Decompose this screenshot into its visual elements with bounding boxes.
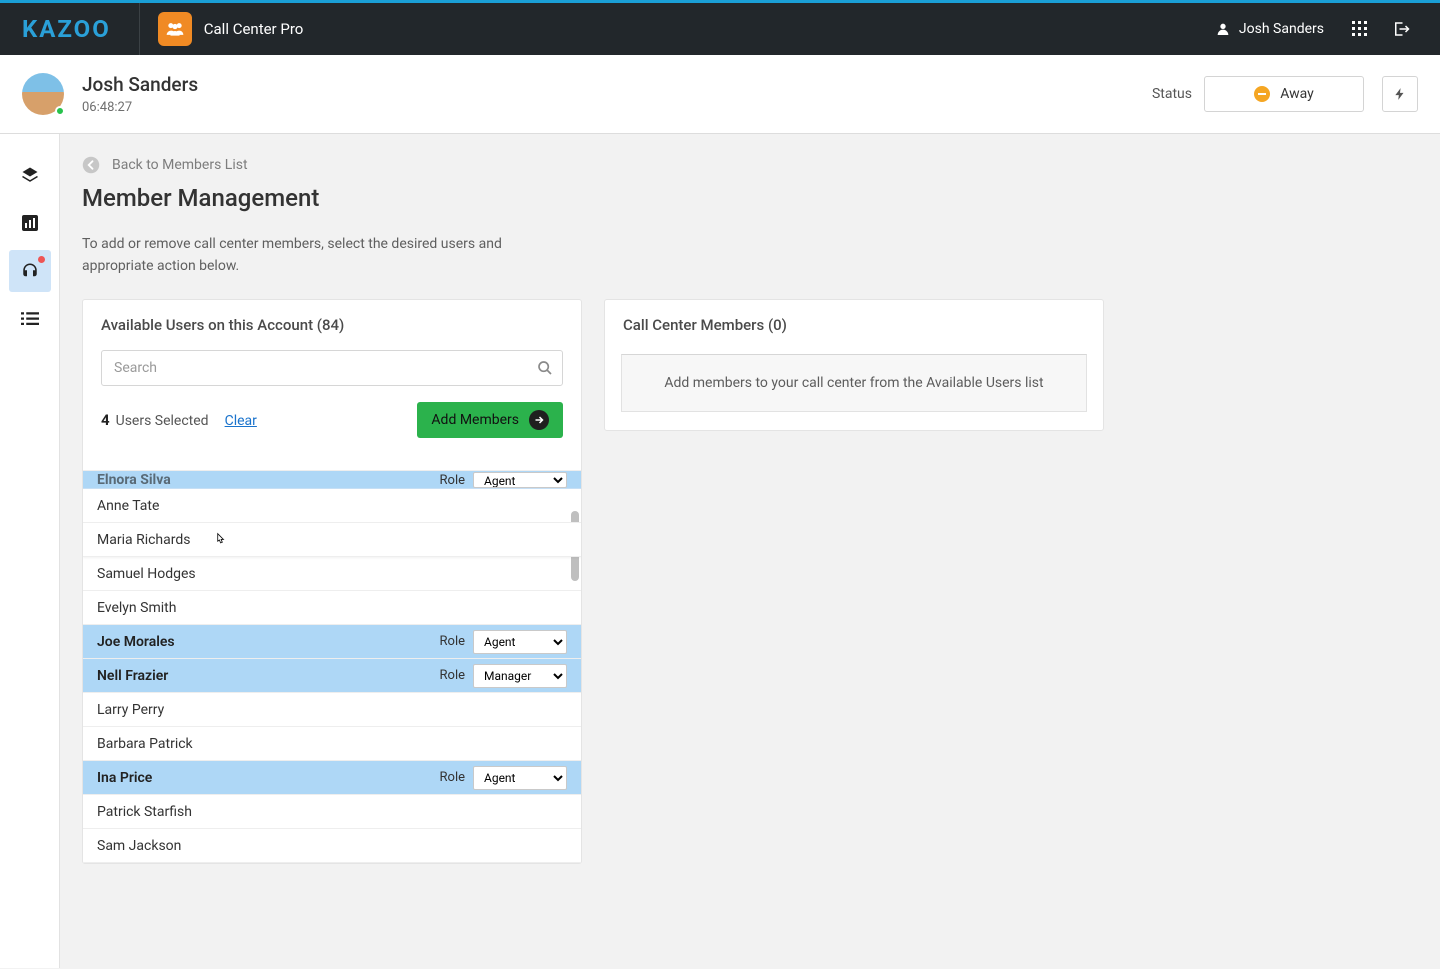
user-name: Samuel Hodges — [97, 566, 196, 582]
add-members-button[interactable]: Add Members — [417, 402, 563, 438]
role-label: Role — [440, 770, 465, 785]
quick-action-button[interactable] — [1382, 76, 1418, 112]
app-icon[interactable] — [158, 12, 192, 46]
sidebar-item-analytics[interactable] — [9, 202, 51, 244]
user-name: Barbara Patrick — [97, 736, 193, 752]
nav-user-menu[interactable]: Josh Sanders — [1199, 21, 1340, 37]
header-user-name: Josh Sanders — [82, 73, 198, 96]
user-row[interactable]: Evelyn Smith — [83, 591, 581, 625]
user-name: Patrick Starfish — [97, 804, 192, 820]
back-link[interactable]: Back to Members List — [82, 156, 1418, 174]
back-arrow-icon — [82, 156, 100, 174]
user-header: Josh Sanders 06:48:27 Status Away — [0, 55, 1440, 134]
user-name: Larry Perry — [97, 702, 164, 718]
away-icon — [1254, 86, 1270, 102]
user-name: Nell Frazier — [97, 668, 168, 684]
members-panel-title: Call Center Members (0) — [605, 300, 1103, 342]
user-icon — [1215, 21, 1231, 37]
nav-user-name: Josh Sanders — [1239, 21, 1324, 37]
user-row-partial[interactable]: Elnora Silva Role AgentManager — [83, 471, 581, 489]
role-label: Role — [440, 634, 465, 649]
user-name: Joe Morales — [97, 634, 175, 650]
user-name: Sam Jackson — [97, 838, 181, 854]
main-content: Back to Members List Member Management T… — [60, 134, 1440, 968]
sidebar-item-agents[interactable] — [9, 250, 51, 292]
sidebar-item-list[interactable] — [9, 298, 51, 340]
brand-text: KAZOO — [22, 15, 111, 43]
clear-selection-link[interactable]: Clear — [225, 413, 257, 429]
header-timer: 06:48:27 — [82, 100, 198, 115]
available-users-title: Available Users on this Account (84) — [83, 300, 581, 342]
brand-logo[interactable]: KAZOO — [0, 3, 139, 55]
sign-out-button[interactable] — [1380, 20, 1422, 38]
user-name: Anne Tate — [97, 498, 159, 514]
nav-divider — [139, 3, 140, 55]
list-icon — [21, 312, 39, 326]
selected-count: 4 — [101, 411, 110, 429]
page-title: Member Management — [82, 184, 1418, 212]
page-description: To add or remove call center members, se… — [82, 234, 542, 277]
search-input[interactable] — [101, 350, 563, 386]
user-row[interactable]: Patrick Starfish — [83, 795, 581, 829]
bolt-icon — [1393, 85, 1407, 103]
role-label: Role — [440, 473, 465, 488]
top-nav: KAZOO Call Center Pro Josh Sanders — [0, 3, 1440, 55]
arrow-right-circle-icon — [529, 410, 549, 430]
notification-dot — [38, 256, 45, 263]
members-empty-message: Add members to your call center from the… — [621, 354, 1087, 412]
users-icon — [165, 22, 185, 36]
user-row[interactable]: Maria Richards — [83, 523, 581, 557]
back-link-text: Back to Members List — [112, 157, 248, 173]
apps-grid-button[interactable] — [1340, 21, 1380, 37]
role-select[interactable]: AgentManager — [473, 472, 567, 488]
selected-suffix: Users Selected — [116, 413, 209, 429]
role-select[interactable]: AgentManager — [473, 630, 567, 654]
user-row[interactable]: Larry Perry — [83, 693, 581, 727]
cursor-icon — [213, 532, 227, 548]
user-row[interactable]: Joe Morales Role AgentManager — [83, 625, 581, 659]
user-row[interactable]: Samuel Hodges — [83, 557, 581, 591]
role-label: Role — [440, 668, 465, 683]
role-select[interactable]: AgentManager — [473, 766, 567, 790]
grid-icon — [1352, 21, 1368, 37]
user-name: Evelyn Smith — [97, 600, 176, 616]
sidebar-item-layers[interactable] — [9, 154, 51, 196]
search-icon — [537, 360, 553, 376]
left-sidebar — [0, 134, 60, 968]
user-list: Elnora Silva Role AgentManager Anne Tate… — [83, 470, 581, 863]
user-name: Ina Price — [97, 770, 152, 786]
user-row[interactable]: Sam Jackson — [83, 829, 581, 863]
exit-icon — [1392, 20, 1410, 38]
user-row[interactable]: Ina Price Role AgentManager — [83, 761, 581, 795]
avatar[interactable] — [22, 73, 64, 115]
status-button[interactable]: Away — [1204, 76, 1364, 112]
status-label: Status — [1152, 86, 1192, 102]
user-name: Elnora Silva — [97, 472, 171, 488]
bar-chart-icon — [22, 215, 38, 231]
presence-dot — [55, 106, 65, 116]
available-users-panel: Available Users on this Account (84) 4 U… — [82, 299, 582, 864]
user-name: Maria Richards — [97, 532, 191, 548]
status-value: Away — [1280, 86, 1314, 102]
user-row[interactable]: Anne Tate — [83, 489, 581, 523]
call-center-members-panel: Call Center Members (0) Add members to y… — [604, 299, 1104, 431]
app-name: Call Center Pro — [204, 20, 304, 38]
user-row[interactable]: Nell Frazier Role AgentManager — [83, 659, 581, 693]
layers-icon — [21, 166, 39, 184]
user-row[interactable]: Barbara Patrick — [83, 727, 581, 761]
add-members-label: Add Members — [431, 412, 519, 428]
role-select[interactable]: AgentManager — [473, 664, 567, 688]
headset-icon — [21, 262, 39, 280]
